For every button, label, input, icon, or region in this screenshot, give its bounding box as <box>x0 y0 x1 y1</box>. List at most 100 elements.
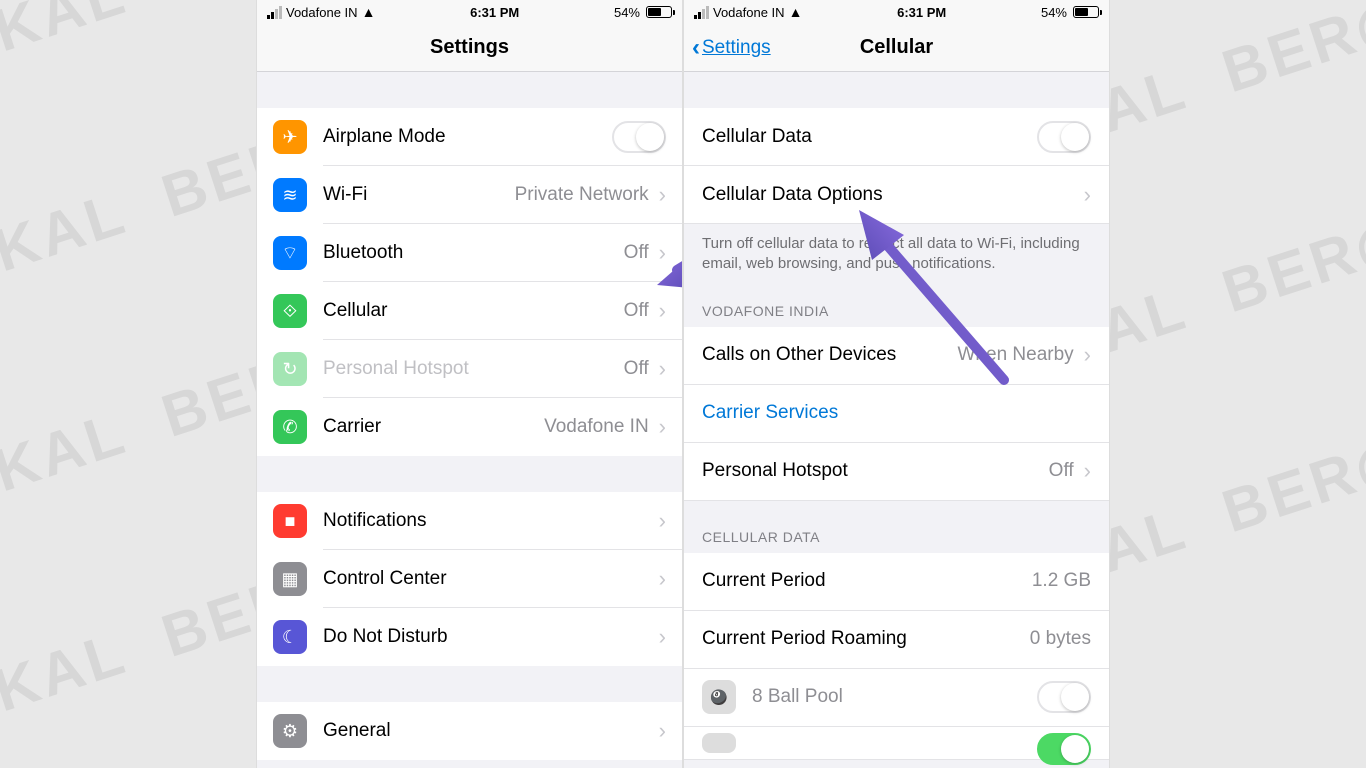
clock: 6:31 PM <box>470 5 519 20</box>
chevron-right-icon: › <box>1084 182 1091 208</box>
cellular-data-label: Cellular Data <box>702 126 1037 148</box>
carrier-services-row[interactable]: Carrier Services <box>684 385 1109 443</box>
battery-icon <box>646 6 672 18</box>
battery-icon <box>1073 6 1099 18</box>
app-label: 8 Ball Pool <box>752 686 1037 708</box>
app-data-row-8-ball-pool[interactable]: 🎱 8 Ball Pool <box>684 669 1109 727</box>
personal-hotspot-icon: ↻ <box>273 352 307 386</box>
personal-hotspot-row[interactable]: ↻ Personal HotspotOff › <box>257 340 682 398</box>
bluetooth-value: Off <box>624 242 649 264</box>
section-header-carrier: VODAFONE INDIA <box>684 275 1109 327</box>
nav-bar: Settings <box>257 24 682 72</box>
chevron-right-icon: › <box>659 182 666 208</box>
app-icon-placeholder <box>702 733 736 753</box>
cellular-label: Cellular <box>323 300 624 322</box>
notifications-icon: ■ <box>273 504 307 538</box>
bluetooth-icon: ⌔ <box>273 236 307 270</box>
airplane-mode-toggle[interactable] <box>612 121 666 153</box>
personal-hotspot-value: Off <box>1049 460 1074 482</box>
chevron-right-icon: › <box>659 566 666 592</box>
page-title: Cellular <box>860 36 933 59</box>
cellular-value: Off <box>624 300 649 322</box>
cellular-data-toggle[interactable] <box>1037 121 1091 153</box>
general-label: General <box>323 720 649 742</box>
control-center-row[interactable]: ▦ Control Center › <box>257 550 682 608</box>
cellular-data-footer: Turn off cellular data to restrict all d… <box>684 224 1109 275</box>
signal-icon <box>267 6 282 19</box>
wifi-icon: ≋ <box>273 178 307 212</box>
current-period-roaming-row: Current Period Roaming 0 bytes <box>684 611 1109 669</box>
current-period-roaming-label: Current Period Roaming <box>702 628 1030 650</box>
app-data-row-next[interactable] <box>684 727 1109 760</box>
cellular-icon: ⟐ <box>273 294 307 328</box>
airplane-mode-label: Airplane Mode <box>323 126 612 148</box>
chevron-right-icon: › <box>659 624 666 650</box>
carrier-label: Vodafone IN <box>713 5 785 20</box>
nav-bar: ‹ Settings Cellular <box>684 24 1109 72</box>
app-icon-8-ball-pool: 🎱 <box>702 680 736 714</box>
general-icon: ⚙ <box>273 714 307 748</box>
current-period-value: 1.2 GB <box>1032 570 1091 592</box>
carrier-label: Vodafone IN <box>286 5 358 20</box>
carrier-icon: ✆ <box>273 410 307 444</box>
battery-percent: 54% <box>614 5 640 20</box>
calls-other-devices-value: When Nearby <box>958 344 1074 366</box>
personal-hotspot-label: Personal Hotspot <box>323 358 624 380</box>
phone-cellular: Vodafone IN ▲ 6:31 PM 54% ‹ Settings Cel… <box>683 0 1110 768</box>
wifi-label: Wi-Fi <box>323 184 515 206</box>
carrier-row[interactable]: ✆ CarrierVodafone IN › <box>257 398 682 456</box>
chevron-right-icon: › <box>659 240 666 266</box>
chevron-right-icon: › <box>659 356 666 382</box>
app-data-toggle[interactable] <box>1037 733 1091 765</box>
chevron-right-icon: › <box>659 508 666 534</box>
wifi-icon: ▲ <box>789 4 803 20</box>
status-bar: Vodafone IN ▲ 6:31 PM 54% <box>257 0 682 24</box>
notifications-label: Notifications <box>323 510 649 532</box>
clock: 6:31 PM <box>897 5 946 20</box>
carrier-label: Carrier <box>323 416 544 438</box>
current-period-roaming-value: 0 bytes <box>1030 628 1091 650</box>
page-title: Settings <box>430 36 509 59</box>
personal-hotspot-row[interactable]: Personal Hotspot Off › <box>684 443 1109 501</box>
cellular-data-options-row[interactable]: Cellular Data Options › <box>684 166 1109 224</box>
calls-other-devices-label: Calls on Other Devices <box>702 344 958 366</box>
calls-other-devices-row[interactable]: Calls on Other Devices When Nearby › <box>684 327 1109 385</box>
do-not-disturb-icon: ☾ <box>273 620 307 654</box>
airplane-mode-row[interactable]: ✈ Airplane Mode <box>257 108 682 166</box>
notifications-row[interactable]: ■ Notifications › <box>257 492 682 550</box>
back-button[interactable]: ‹ Settings <box>692 36 771 60</box>
current-period-label: Current Period <box>702 570 1032 592</box>
chevron-right-icon: › <box>659 298 666 324</box>
general-row[interactable]: ⚙ General › <box>257 702 682 760</box>
back-label: Settings <box>702 37 771 59</box>
carrier-value: Vodafone IN <box>544 416 649 438</box>
chevron-right-icon: › <box>1084 458 1091 484</box>
chevron-right-icon: › <box>659 718 666 744</box>
control-center-label: Control Center <box>323 568 649 590</box>
wifi-icon: ▲ <box>362 4 376 20</box>
app-data-toggle[interactable] <box>1037 681 1091 713</box>
phone-settings: Vodafone IN ▲ 6:31 PM 54% Settings ✈ Airp… <box>256 0 683 768</box>
do-not-disturb-row[interactable]: ☾ Do Not Disturb › <box>257 608 682 666</box>
section-header-data: CELLULAR DATA <box>684 501 1109 553</box>
carrier-services-label: Carrier Services <box>702 402 1091 424</box>
status-bar: Vodafone IN ▲ 6:31 PM 54% <box>684 0 1109 24</box>
personal-hotspot-value: Off <box>624 358 649 380</box>
chevron-right-icon: › <box>659 414 666 440</box>
wifi-row[interactable]: ≋ Wi-FiPrivate Network › <box>257 166 682 224</box>
chevron-left-icon: ‹ <box>692 36 700 60</box>
current-period-row: Current Period 1.2 GB <box>684 553 1109 611</box>
cellular-data-options-label: Cellular Data Options <box>702 184 1074 206</box>
cellular-row[interactable]: ⟐ CellularOff › <box>257 282 682 340</box>
battery-percent: 54% <box>1041 5 1067 20</box>
personal-hotspot-label: Personal Hotspot <box>702 460 1049 482</box>
bluetooth-label: Bluetooth <box>323 242 624 264</box>
airplane-mode-icon: ✈ <box>273 120 307 154</box>
bluetooth-row[interactable]: ⌔ BluetoothOff › <box>257 224 682 282</box>
signal-icon <box>694 6 709 19</box>
do-not-disturb-label: Do Not Disturb <box>323 626 649 648</box>
wifi-value: Private Network <box>515 184 649 206</box>
control-center-icon: ▦ <box>273 562 307 596</box>
cellular-data-row[interactable]: Cellular Data <box>684 108 1109 166</box>
chevron-right-icon: › <box>1084 342 1091 368</box>
